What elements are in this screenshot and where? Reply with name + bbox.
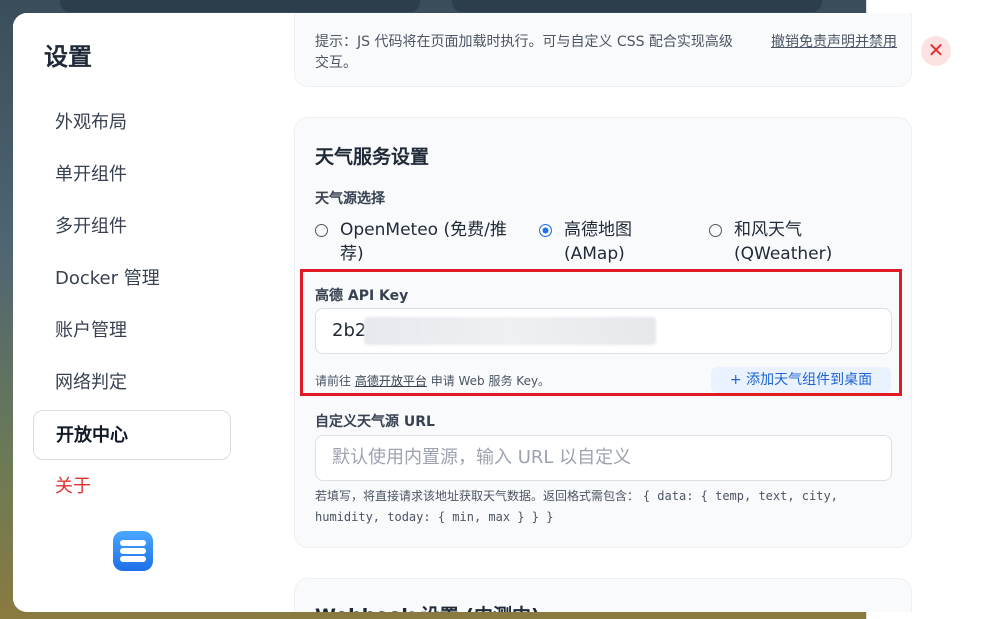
settings-sidebar: 设置 外观布局 单开组件 多开组件 Docker 管理 账户管理 网络判定 开放… <box>13 13 265 612</box>
custom-url-hint: 若填写，将直接请求该地址获取天气数据。返回格式需包含： { data: { te… <box>315 489 838 524</box>
radio-qweather[interactable]: 和风天气 (QWeather) <box>709 218 889 266</box>
radio-openmeteo[interactable]: OpenMeteo (免费/推荐) <box>315 218 525 266</box>
webhook-settings-title: Webhook 设置 (内测中) <box>315 601 540 612</box>
radio-checked-icon[interactable] <box>539 224 552 237</box>
sidebar-item-about[interactable]: 关于 <box>33 462 231 512</box>
custom-url-label: 自定义天气源 URL <box>315 414 435 430</box>
radio-amap[interactable]: 高德地图 (AMap) <box>539 218 679 266</box>
sidebar-item-appearance[interactable]: 外观布局 <box>33 98 231 148</box>
settings-title: 设置 <box>44 43 92 71</box>
sidebar-item-multi-widgets[interactable]: 多开组件 <box>33 202 231 252</box>
desktop-widget <box>60 0 420 12</box>
close-icon[interactable]: ✕ <box>921 36 951 66</box>
webhook-settings-card: Webhook 设置 (内测中) <box>294 578 912 612</box>
sidebar-item-docker[interactable]: Docker 管理 <box>33 254 231 304</box>
custom-js-card: 提示：JS 代码将在页面加载时执行。可与自定义 CSS 配合实现高级交互。 撤销… <box>294 13 912 87</box>
annotation-highlight-box <box>300 269 902 396</box>
sidebar-item-account[interactable]: 账户管理 <box>33 306 231 356</box>
sidebar-item-open-center[interactable]: 开放中心 <box>33 410 231 460</box>
radio-openmeteo-label: OpenMeteo (免费/推荐) <box>340 220 507 264</box>
app-logo-icon <box>113 531 153 571</box>
weather-source-label: 天气源选择 <box>315 191 385 207</box>
radio-unchecked-icon[interactable] <box>315 224 328 237</box>
sidebar-item-single-widgets[interactable]: 单开组件 <box>33 150 231 200</box>
desktop-widget <box>452 0 822 12</box>
weather-settings-title: 天气服务设置 <box>315 146 430 168</box>
radio-amap-label: 高德地图 (AMap) <box>564 220 632 264</box>
custom-url-input[interactable]: 默认使用内置源，输入 URL 以自定义 <box>315 435 892 481</box>
radio-unchecked-icon[interactable] <box>709 224 722 237</box>
revoke-disclaimer-link[interactable]: 撤销免责声明并禁用 <box>769 32 899 53</box>
radio-qweather-label: 和风天气 (QWeather) <box>734 220 833 264</box>
custom-js-hint: 提示：JS 代码将在页面加载时执行。可与自定义 CSS 配合实现高级交互。 <box>315 34 733 71</box>
sidebar-item-network[interactable]: 网络判定 <box>33 358 231 408</box>
